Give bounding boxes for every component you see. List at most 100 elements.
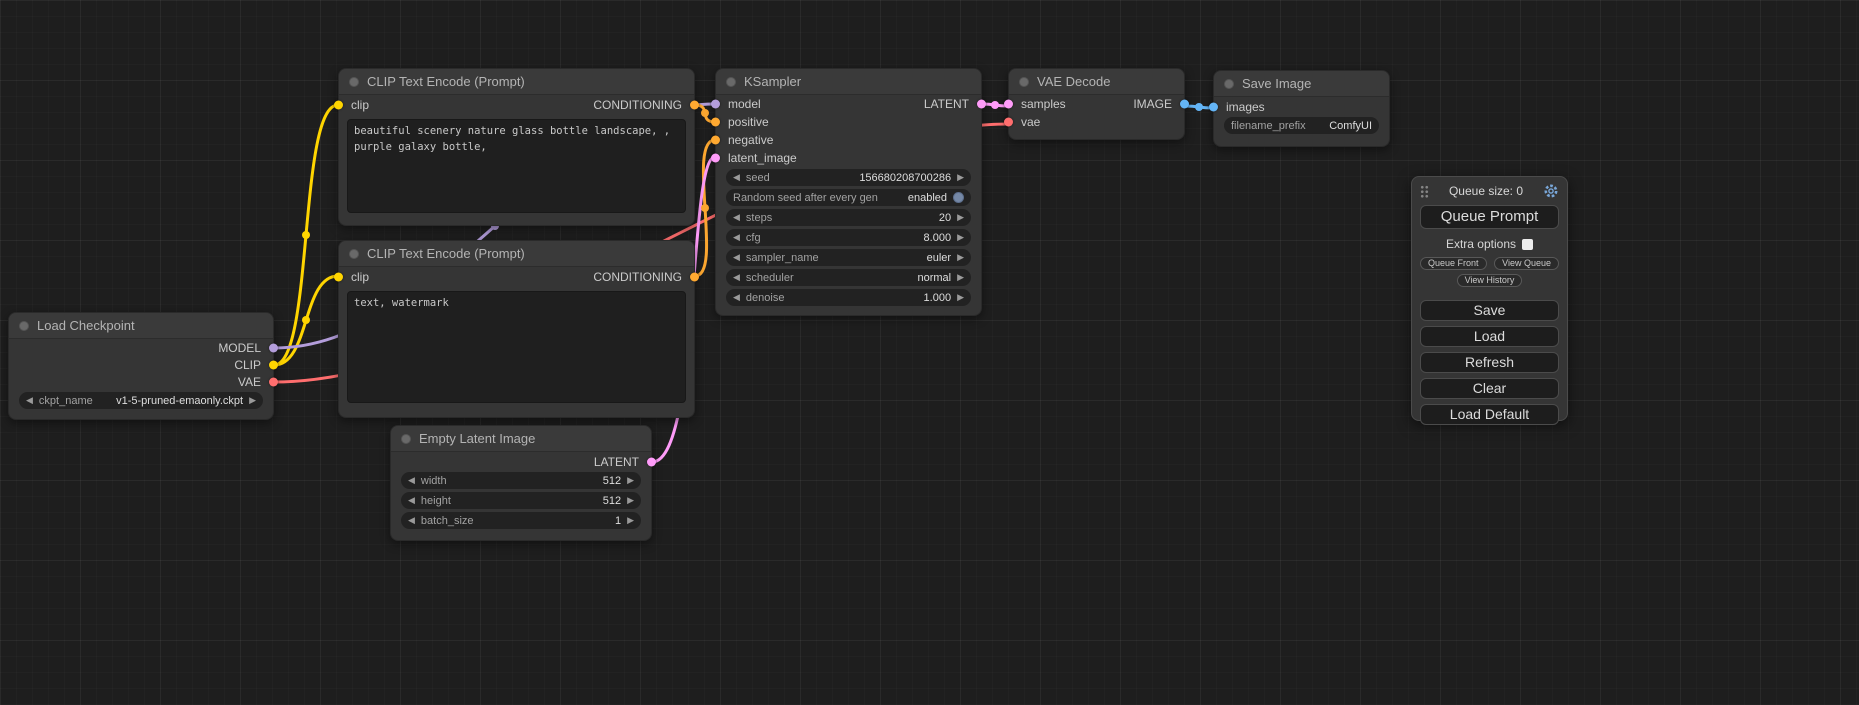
arrow-left-icon[interactable]: ◀ [733,253,740,262]
widget-width[interactable]: ◀ width 512 ▶ [401,472,641,489]
clear-button[interactable]: Clear [1420,378,1559,399]
node-title: CLIP Text Encode (Prompt) [367,74,525,89]
arrow-left-icon[interactable]: ◀ [408,516,415,525]
widget-height[interactable]: ◀ height 512 ▶ [401,492,641,509]
input-port-latent-image[interactable] [711,154,720,163]
output-port-image[interactable] [1180,100,1189,109]
node-title-bar[interactable]: Load Checkpoint [9,313,273,339]
arrow-left-icon[interactable]: ◀ [733,213,740,222]
node-title: CLIP Text Encode (Prompt) [367,246,525,261]
drag-handle-icon[interactable] [1420,185,1429,198]
arrow-right-icon[interactable]: ▶ [249,396,256,405]
input-port-negative[interactable] [711,136,720,145]
output-port-latent[interactable] [977,100,986,109]
input-port-clip[interactable] [334,273,343,282]
arrow-right-icon[interactable]: ▶ [957,293,964,302]
link-dot [1195,103,1203,111]
widget-scheduler[interactable]: ◀ scheduler normal ▶ [726,269,971,286]
load-button[interactable]: Load [1420,326,1559,347]
link-dot [302,316,310,324]
queue-menu-panel: Queue size: 0 Queue Prompt Extra options… [1411,176,1568,421]
arrow-right-icon[interactable]: ▶ [627,496,634,505]
node-save-image[interactable]: Save Image images filename_prefix ComfyU… [1213,70,1390,147]
node-ksampler[interactable]: KSampler model LATENT positive negative … [715,68,982,316]
node-clip-text-encode-positive[interactable]: CLIP Text Encode (Prompt) clip CONDITION… [338,68,695,226]
collapse-dot[interactable] [349,249,359,259]
queue-size-label: Queue size: 0 [1435,184,1537,198]
widget-batch-size[interactable]: ◀ batch_size 1 ▶ [401,512,641,529]
node-title-bar[interactable]: Save Image [1214,71,1389,97]
queue-front-button[interactable]: Queue Front [1420,257,1487,270]
collapse-dot[interactable] [349,77,359,87]
output-port-clip[interactable] [269,360,278,369]
arrow-left-icon[interactable]: ◀ [26,396,33,405]
port-row-samples-image: samples IMAGE [1009,95,1184,113]
node-empty-latent-image[interactable]: Empty Latent Image LATENT ◀ width 512 ▶ … [390,425,652,541]
node-title-bar[interactable]: Empty Latent Image [391,426,651,452]
arrow-right-icon[interactable]: ▶ [627,516,634,525]
collapse-dot[interactable] [1224,79,1234,89]
collapse-dot[interactable] [726,77,736,87]
node-load-checkpoint[interactable]: Load Checkpoint MODEL CLIP VAE ◀ ckpt_na… [8,312,274,420]
widget-cfg[interactable]: ◀ cfg 8.000 ▶ [726,229,971,246]
input-port-samples[interactable] [1004,100,1013,109]
output-port-conditioning[interactable] [690,273,699,282]
arrow-right-icon[interactable]: ▶ [957,273,964,282]
output-port-latent[interactable] [647,458,656,467]
arrow-left-icon[interactable]: ◀ [733,273,740,282]
save-button[interactable]: Save [1420,300,1559,321]
node-title: Save Image [1242,76,1311,91]
link-dot [701,204,709,212]
widget-steps[interactable]: ◀ steps 20 ▶ [726,209,971,226]
widget-ckpt-name[interactable]: ◀ ckpt_name v1-5-pruned-emaonly.ckpt ▶ [19,392,263,409]
arrow-right-icon[interactable]: ▶ [957,253,964,262]
input-port-vae[interactable] [1004,118,1013,127]
node-title: Load Checkpoint [37,318,135,333]
input-port-positive[interactable] [711,118,720,127]
arrow-left-icon[interactable]: ◀ [408,496,415,505]
arrow-left-icon[interactable]: ◀ [408,476,415,485]
arrow-right-icon[interactable]: ▶ [957,213,964,222]
arrow-left-icon[interactable]: ◀ [733,173,740,182]
collapse-dot[interactable] [19,321,29,331]
extra-options-checkbox[interactable] [1522,239,1533,250]
output-port-vae[interactable] [269,377,278,386]
history-row: View History [1420,274,1559,287]
extra-options-row: Extra options [1420,237,1559,251]
toggle-knob[interactable] [953,192,964,203]
collapse-dot[interactable] [401,434,411,444]
node-title-bar[interactable]: KSampler [716,69,981,95]
collapse-dot[interactable] [1019,77,1029,87]
negative-prompt-textarea[interactable]: text, watermark [347,291,686,403]
arrow-left-icon[interactable]: ◀ [733,293,740,302]
node-clip-text-encode-negative[interactable]: CLIP Text Encode (Prompt) clip CONDITION… [338,240,695,418]
settings-gear-icon[interactable] [1543,183,1559,199]
view-queue-button[interactable]: View Queue [1494,257,1559,270]
widget-filename-prefix[interactable]: filename_prefix ComfyUI [1224,117,1379,134]
node-title-bar[interactable]: VAE Decode [1009,69,1184,95]
refresh-button[interactable]: Refresh [1420,352,1559,373]
arrow-left-icon[interactable]: ◀ [733,233,740,242]
queue-prompt-button[interactable]: Queue Prompt [1420,205,1559,229]
input-port-clip[interactable] [334,101,343,110]
positive-prompt-textarea[interactable]: beautiful scenery nature glass bottle la… [347,119,686,213]
widget-denoise[interactable]: ◀ denoise 1.000 ▶ [726,289,971,306]
output-port-conditioning[interactable] [690,101,699,110]
output-port-model[interactable] [269,343,278,352]
node-title-bar[interactable]: CLIP Text Encode (Prompt) [339,241,694,267]
widget-sampler-name[interactable]: ◀ sampler_name euler ▶ [726,249,971,266]
load-default-button[interactable]: Load Default [1420,404,1559,425]
port-row-latent-image: latent_image [716,149,981,167]
widget-seed[interactable]: ◀ seed 156680208700286 ▶ [726,169,971,186]
widget-random-seed[interactable]: Random seed after every gen enabled [726,189,971,206]
input-port-model[interactable] [711,100,720,109]
arrow-right-icon[interactable]: ▶ [957,233,964,242]
output-row-clip: CLIP [9,356,273,373]
arrow-right-icon[interactable]: ▶ [957,173,964,182]
node-title-bar[interactable]: CLIP Text Encode (Prompt) [339,69,694,95]
view-history-button[interactable]: View History [1457,274,1523,287]
input-port-images[interactable] [1209,103,1218,112]
node-vae-decode[interactable]: VAE Decode samples IMAGE vae [1008,68,1185,140]
output-row-latent: LATENT [391,452,651,472]
arrow-right-icon[interactable]: ▶ [627,476,634,485]
